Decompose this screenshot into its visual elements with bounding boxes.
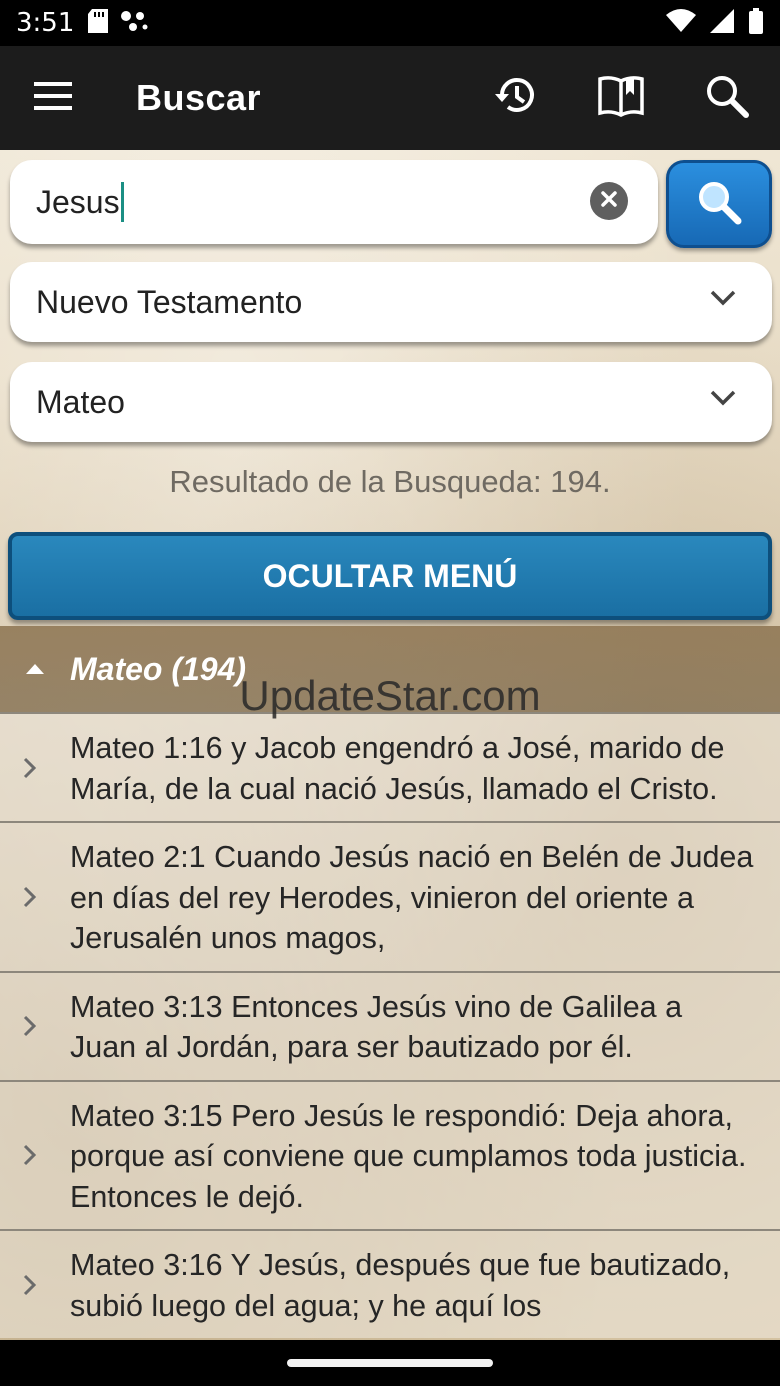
page-title: Buscar [136, 77, 262, 118]
chevron-down-icon [710, 390, 736, 411]
result-count: Resultado de la Busqueda: 194. [169, 464, 611, 499]
verse-text: Mateo 3:13 Entonces Jesús vino de Galile… [70, 989, 683, 1065]
search-icon [696, 179, 742, 230]
verse-text: Mateo 1:16 y Jacob engendró a José, mari… [70, 731, 725, 806]
app-bar: Buscar [0, 46, 780, 150]
bible-button[interactable] [568, 46, 674, 150]
battery-icon [748, 7, 764, 39]
search-toolbar-button[interactable] [674, 46, 780, 150]
list-item[interactable]: Mateo 3:13 Entonces Jesús vino de Galile… [0, 970, 780, 1080]
search-submit-button[interactable] [666, 160, 772, 248]
search-input-value: Jesus [36, 183, 120, 220]
clear-search-button[interactable] [590, 182, 628, 220]
search-icon [705, 74, 749, 123]
home-handle[interactable] [287, 1359, 493, 1367]
list-item[interactable]: Mateo 3:15 Pero Jesús le respondió: Deja… [0, 1079, 780, 1229]
list-item[interactable]: Mateo 1:16 y Jacob engendró a José, mari… [0, 712, 780, 821]
search-input[interactable]: Jesus [10, 160, 658, 244]
menu-icon [34, 81, 72, 115]
results-list: Mateo 1:16 y Jacob engendró a José, mari… [0, 712, 780, 1338]
wifi-icon [666, 8, 696, 38]
chevron-right-icon [22, 1143, 38, 1172]
chevron-right-icon [22, 1014, 38, 1043]
dots-icon [120, 9, 148, 38]
hide-menu-button[interactable]: OCULTAR MENÚ [8, 532, 772, 620]
sd-card-icon [88, 8, 109, 38]
book-select-value: Mateo [36, 383, 125, 420]
list-item[interactable]: Mateo 2:1 Cuando Jesús nació en Belén de… [0, 821, 780, 971]
menu-button[interactable] [0, 46, 106, 150]
history-button[interactable] [462, 46, 568, 150]
verse-text: Mateo 3:16 Y Jesús, después que fue baut… [70, 1248, 731, 1323]
chevron-right-icon [22, 885, 38, 914]
chevron-right-icon [22, 756, 38, 785]
chevron-right-icon [22, 1273, 38, 1302]
book-select[interactable]: Mateo [10, 362, 772, 442]
watermark: UpdateStar.com [239, 672, 541, 719]
testament-select-value: Nuevo Testamento [36, 283, 303, 320]
list-item[interactable]: Mateo 3:16 Y Jesús, después que fue baut… [0, 1229, 780, 1338]
clear-icon [599, 189, 619, 214]
verse-text: Mateo 2:1 Cuando Jesús nació en Belén de… [70, 840, 754, 955]
history-icon [494, 76, 536, 121]
chevron-down-icon [710, 290, 736, 311]
system-nav-bar [0, 1340, 780, 1386]
status-time: 3:51 [16, 8, 75, 38]
verse-text: Mateo 3:15 Pero Jesús le respondió: Deja… [70, 1098, 747, 1214]
status-bar: 3:51 [0, 0, 780, 46]
signal-icon [710, 8, 734, 38]
book-icon [597, 75, 645, 122]
search-panel: Jesus Nuevo Testamento Mateo Resultado d… [0, 150, 780, 1340]
testament-select[interactable]: Nuevo Testamento [10, 262, 772, 342]
text-caret [120, 182, 124, 222]
